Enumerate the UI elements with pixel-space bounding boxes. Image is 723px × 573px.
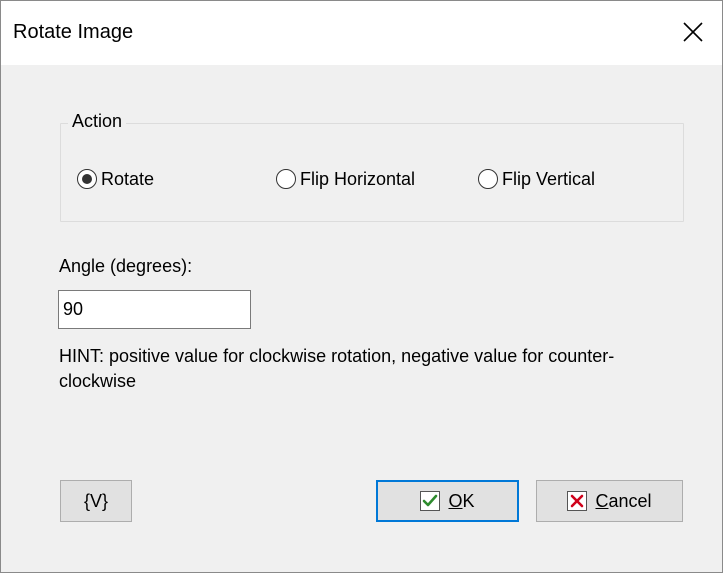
hint-text: HINT: positive value for clockwise rotat… bbox=[59, 346, 615, 391]
rotate-image-dialog: Rotate Image Action Rotate Flip Horizont… bbox=[0, 0, 723, 573]
radio-rotate-label: Rotate bbox=[101, 168, 155, 189]
title-bar: Rotate Image bbox=[1, 1, 722, 65]
angle-label: Angle (degrees): bbox=[59, 256, 193, 276]
radio-rotate-circle bbox=[77, 169, 97, 189]
radio-flip-vertical[interactable]: Flip Vertical bbox=[478, 165, 595, 193]
ok-button[interactable]: OK bbox=[376, 480, 519, 522]
radio-flip-horizontal-circle bbox=[276, 169, 296, 189]
radio-flip-horizontal-label: Flip Horizontal bbox=[300, 168, 416, 189]
close-icon bbox=[683, 22, 703, 42]
radio-flip-vertical-circle bbox=[478, 169, 498, 189]
action-group-legend: Action bbox=[68, 111, 127, 132]
variables-button-label: {V} bbox=[83, 490, 109, 511]
variables-button[interactable]: {V} bbox=[60, 480, 132, 522]
close-button[interactable] bbox=[662, 1, 722, 65]
window-title: Rotate Image bbox=[13, 21, 134, 43]
ok-button-label: OK bbox=[448, 490, 475, 511]
radio-flip-vertical-label: Flip Vertical bbox=[502, 168, 596, 189]
cancel-button[interactable]: Cancel bbox=[536, 480, 683, 522]
cancel-x-icon bbox=[567, 491, 588, 511]
angle-input[interactable] bbox=[58, 290, 251, 329]
checkmark-icon bbox=[420, 491, 441, 511]
cancel-button-label: Cancel bbox=[595, 490, 652, 511]
radio-flip-horizontal[interactable]: Flip Horizontal bbox=[276, 165, 415, 193]
radio-rotate[interactable]: Rotate bbox=[77, 165, 154, 193]
